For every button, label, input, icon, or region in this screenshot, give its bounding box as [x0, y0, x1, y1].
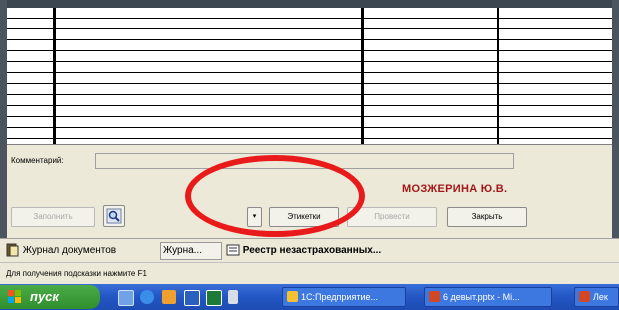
1c-app-icon — [287, 291, 298, 302]
tab-label: Журнал документов — [22, 245, 117, 256]
highlight-circle — [185, 155, 365, 237]
table-row — [7, 94, 612, 95]
comment-label: Комментарий: — [11, 156, 64, 165]
taskbar: пуск 1С:Предприятие... 6 девыт.pptx - Mi… — [0, 284, 619, 310]
tab-label: Реестр незастрахованных... — [242, 245, 382, 256]
messenger-icon[interactable] — [162, 290, 176, 304]
windows-flag-icon — [8, 290, 21, 303]
table-column-divider — [53, 8, 56, 144]
status-bar: Для получения подсказки нажмите F1 — [0, 262, 619, 285]
start-label: пуск — [30, 289, 59, 304]
status-text: Для получения подсказки нажмите F1 — [6, 269, 147, 278]
table-row — [7, 127, 612, 128]
internet-explorer-icon[interactable] — [140, 290, 154, 304]
table-row — [7, 18, 612, 19]
tab-journal[interactable]: Журна... — [160, 242, 222, 260]
taskbar-item-powerpoint[interactable]: 6 девыт.pptx - Mi... — [424, 287, 552, 307]
taskbar-item-powerpoint-2[interactable]: Лек — [574, 287, 619, 307]
task-label: Лек — [593, 292, 608, 302]
table-row — [7, 138, 612, 139]
table-row — [7, 105, 612, 106]
table-row — [7, 39, 612, 40]
table-row — [7, 28, 612, 29]
table-row — [7, 72, 612, 73]
table-row — [7, 116, 612, 117]
table-row — [7, 61, 612, 62]
tab-register[interactable]: Реестр незастрахованных... — [226, 242, 446, 260]
magnifier-icon — [106, 208, 122, 224]
powerpoint-icon — [429, 291, 440, 302]
table-column-divider — [497, 8, 499, 144]
task-label: 6 девыт.pptx - Mi... — [443, 292, 520, 302]
show-desktop-icon[interactable] — [118, 290, 134, 306]
screen: Комментарий: МОЗЖЕРИНА Ю.В. Заполнить ▾ … — [0, 0, 619, 310]
register-icon — [226, 244, 240, 256]
table-column-divider — [361, 8, 364, 144]
search-button[interactable] — [103, 205, 125, 227]
word-icon[interactable] — [184, 290, 200, 306]
powerpoint-icon — [579, 291, 590, 302]
table-row — [7, 83, 612, 84]
document-table[interactable] — [7, 8, 612, 144]
close-button[interactable]: Закрыть — [447, 207, 527, 227]
tab-label: Журна... — [163, 245, 202, 256]
post-button[interactable]: Провести — [347, 207, 437, 227]
tab-journal-documents[interactable]: Журнал документов — [6, 242, 156, 260]
document-icon[interactable] — [228, 290, 238, 304]
start-button[interactable]: пуск — [0, 285, 100, 309]
taskbar-item-1c[interactable]: 1С:Предприятие... — [282, 287, 406, 307]
user-name-label: МОЗЖЕРИНА Ю.В. — [402, 183, 508, 195]
table-row — [7, 50, 612, 51]
journal-icon — [6, 243, 19, 257]
task-label: 1С:Предприятие... — [301, 292, 378, 302]
fill-button[interactable]: Заполнить — [11, 207, 95, 227]
window-top-edge — [0, 0, 619, 8]
window-tabs-bar: Журнал документов Журна... Реестр незаст… — [0, 238, 619, 263]
excel-icon[interactable] — [206, 290, 222, 306]
